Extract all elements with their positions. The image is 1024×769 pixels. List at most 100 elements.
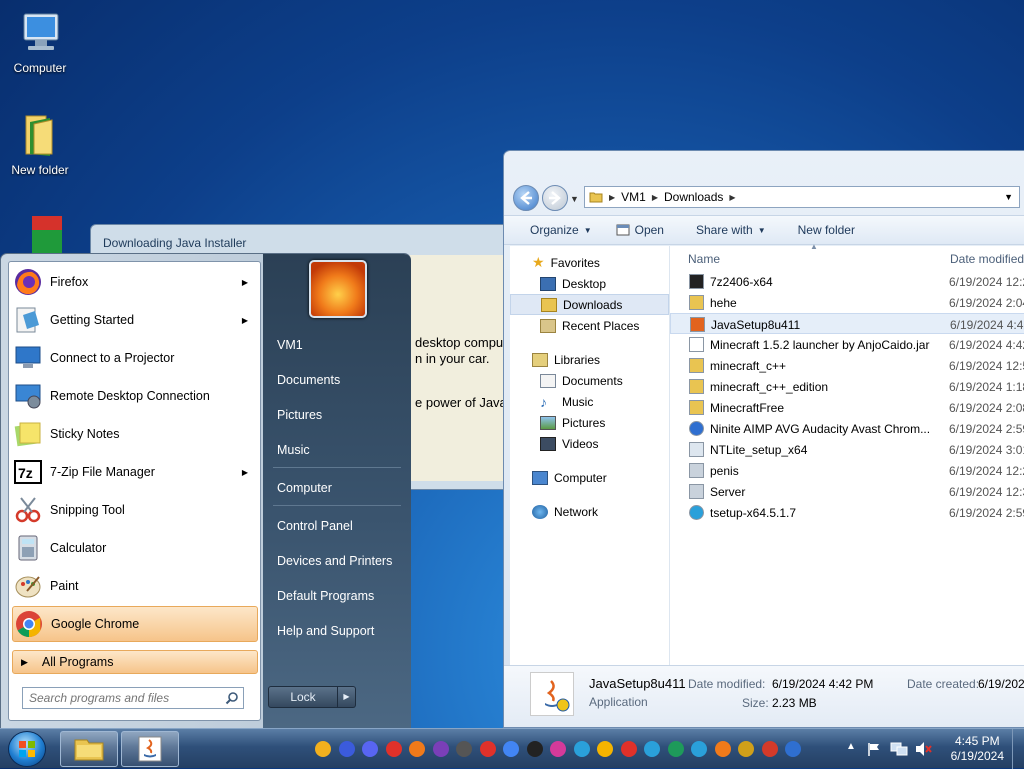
nav-documents[interactable]: Documents: [510, 370, 669, 391]
nav-downloads[interactable]: Downloads: [510, 294, 669, 315]
start-link-pictures[interactable]: Pictures: [277, 408, 322, 422]
start-link-help-support[interactable]: Help and Support: [277, 624, 374, 638]
nav-favorites[interactable]: ★ Favorites: [510, 252, 669, 273]
file-row[interactable]: JavaSetup8u411 6/19/2024 4:42: [670, 313, 1024, 334]
pinned-app-icon[interactable]: [714, 741, 731, 757]
file-row[interactable]: 7z2406-x64 6/19/2024 12:2: [670, 271, 1024, 292]
network-icon[interactable]: [890, 741, 908, 757]
program-firefox[interactable]: Firefox ▶: [12, 264, 258, 300]
pinned-app-icon[interactable]: [362, 741, 378, 757]
nav-recent-places[interactable]: Recent Places: [510, 315, 669, 336]
pinned-app-icon[interactable]: [597, 741, 613, 757]
pinned-app-icon[interactable]: [761, 741, 778, 757]
start-link-devices-printers[interactable]: Devices and Printers: [277, 554, 392, 568]
file-row[interactable]: minecraft_c++ 6/19/2024 12:5: [670, 355, 1024, 376]
nav-music[interactable]: ♪ Music: [510, 391, 669, 412]
forward-button[interactable]: [542, 185, 568, 211]
nav-libraries[interactable]: Libraries: [510, 349, 669, 370]
open-icon: [616, 224, 630, 236]
share-with-button[interactable]: Share with ▼: [676, 223, 778, 237]
file-row[interactable]: hehe 6/19/2024 2:04: [670, 292, 1024, 313]
all-programs-button[interactable]: ▶ All Programs: [12, 650, 258, 674]
file-date-modified: 6/19/2024 12:3: [949, 485, 1024, 499]
desktop-icon-computer[interactable]: Computer: [0, 8, 80, 75]
program-7zip[interactable]: 7z 7-Zip File Manager ▶: [12, 454, 258, 490]
file-row[interactable]: penis 6/19/2024 12:2: [670, 460, 1024, 481]
file-row[interactable]: Minecraft 1.5.2 launcher by AnjoCaido.ja…: [670, 334, 1024, 355]
show-hidden-icons-icon[interactable]: ▲: [846, 741, 856, 752]
pinned-app-icon[interactable]: [385, 741, 402, 757]
pinned-app-icon[interactable]: [432, 741, 449, 757]
pinned-app-icon[interactable]: [503, 741, 519, 757]
shutdown-options-arrow-icon[interactable]: ▶: [338, 686, 356, 708]
breadcrumb-item[interactable]: Downloads: [664, 190, 723, 204]
recent-pages-dropdown-icon[interactable]: ▼: [570, 194, 579, 204]
program-remote-desktop[interactable]: Remote Desktop Connection: [12, 378, 258, 414]
pinned-app-icon[interactable]: [785, 741, 801, 757]
folder-icon: [74, 739, 104, 761]
file-row[interactable]: tsetup-x64.5.1.7 6/19/2024 2:59: [670, 502, 1024, 523]
address-dropdown-icon[interactable]: ▼: [1004, 192, 1013, 202]
file-row[interactable]: MinecraftFree 6/19/2024 2:08: [670, 397, 1024, 418]
pinned-app-icon[interactable]: [409, 741, 425, 757]
pinned-app-icon[interactable]: [620, 741, 637, 757]
program-google-chrome[interactable]: Google Chrome: [12, 606, 258, 642]
desktop-icon-new-folder[interactable]: New folder: [0, 110, 80, 177]
program-calculator[interactable]: Calculator: [12, 530, 258, 566]
search-icon[interactable]: [225, 691, 239, 705]
start-link-control-panel[interactable]: Control Panel: [277, 519, 353, 533]
nav-computer[interactable]: Computer: [510, 467, 669, 488]
user-avatar[interactable]: [309, 260, 367, 318]
address-bar[interactable]: ▶ VM1 ▶ Downloads ▶ ▼: [584, 186, 1020, 208]
nav-videos[interactable]: Videos: [510, 433, 669, 454]
open-button[interactable]: Open: [604, 223, 676, 237]
start-button[interactable]: [8, 731, 46, 767]
system-clock[interactable]: 4:45 PM 6/19/2024: [951, 734, 1004, 764]
breadcrumb-item[interactable]: VM1: [621, 190, 646, 204]
pinned-app-icon[interactable]: [456, 741, 472, 757]
pinned-app-icon[interactable]: [315, 741, 331, 757]
start-link-user[interactable]: VM1: [277, 338, 303, 352]
start-link-default-programs[interactable]: Default Programs: [277, 589, 374, 603]
file-row[interactable]: Server 6/19/2024 12:3: [670, 481, 1024, 502]
back-button[interactable]: [513, 185, 539, 211]
program-snipping-tool[interactable]: Snipping Tool: [12, 492, 258, 528]
explorer-toolbar: Organize ▼ Open Share with ▼ New folder: [504, 215, 1024, 245]
lock-button[interactable]: Lock: [268, 686, 338, 708]
program-connect-projector[interactable]: Connect to a Projector: [12, 340, 258, 376]
program-paint[interactable]: Paint: [12, 568, 258, 604]
file-row[interactable]: minecraft_c++_edition 6/19/2024 1:18: [670, 376, 1024, 397]
new-folder-button[interactable]: New folder: [778, 223, 867, 237]
organize-button[interactable]: Organize ▼: [504, 223, 604, 237]
show-desktop-button[interactable]: [1012, 729, 1024, 769]
program-sticky-notes[interactable]: Sticky Notes: [12, 416, 258, 452]
pinned-app-icon[interactable]: [338, 741, 355, 757]
pinned-app-icon[interactable]: [691, 741, 707, 757]
taskbar-java-button[interactable]: [121, 731, 179, 767]
pinned-app-icon[interactable]: [479, 741, 496, 757]
volume-muted-icon[interactable]: [914, 741, 932, 757]
nav-desktop[interactable]: Desktop: [510, 273, 669, 294]
pinned-app-icon[interactable]: [667, 741, 684, 757]
taskbar-explorer-button[interactable]: [60, 731, 118, 767]
pinned-app-icon[interactable]: [526, 741, 543, 757]
explorer-window[interactable]: ▼ ▶ VM1 ▶ Downloads ▶ ▼ Organize ▼ Open …: [503, 150, 1024, 728]
program-getting-started[interactable]: Getting Started ▶: [12, 302, 258, 338]
column-date-modified[interactable]: Date modified: [950, 252, 1024, 266]
file-row[interactable]: NTLite_setup_x64 6/19/2024 3:01: [670, 439, 1024, 460]
pinned-app-icon[interactable]: [644, 741, 660, 757]
nav-pictures[interactable]: Pictures: [510, 412, 669, 433]
column-name[interactable]: Name: [688, 252, 720, 266]
nav-label: Music: [562, 394, 594, 409]
start-link-documents[interactable]: Documents: [277, 373, 340, 387]
column-header: ▲ Name Date modified: [670, 242, 1024, 271]
file-row[interactable]: Ninite AIMP AVG Audacity Avast Chrom... 6…: [670, 418, 1024, 439]
action-center-flag-icon[interactable]: [866, 741, 882, 757]
pinned-app-icon[interactable]: [573, 741, 590, 757]
pinned-app-icon[interactable]: [738, 741, 754, 757]
start-link-computer[interactable]: Computer: [277, 481, 332, 495]
nav-network[interactable]: Network: [510, 501, 669, 522]
start-link-music[interactable]: Music: [277, 443, 310, 457]
start-search-input[interactable]: [22, 687, 244, 709]
pinned-app-icon[interactable]: [550, 741, 566, 757]
